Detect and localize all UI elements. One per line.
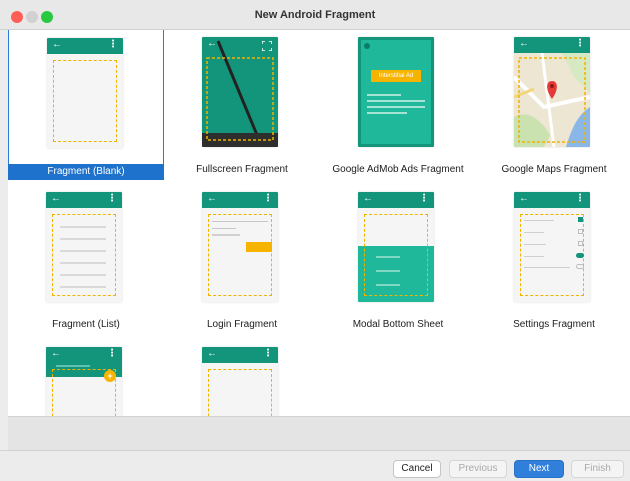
cancel-button[interactable]: Cancel [393,460,441,478]
fragment-placeholder [208,369,272,416]
setting-line [524,256,544,257]
overflow-menu-icon: ⋮ [108,39,118,50]
overflow-menu-icon: ⋮ [419,193,429,204]
fullscreen-illustration [202,40,278,147]
interstitial-ad-badge: Interstitial Ad [371,70,421,82]
app-bar: ← ⋮ [47,38,123,54]
template-label: Login Fragment [206,319,278,330]
fragment-placeholder [53,60,117,142]
back-arrow-icon: ← [519,193,529,204]
overflow-menu-icon: ⋮ [107,348,117,359]
overflow-menu-icon: ⋮ [107,193,117,204]
back-arrow-icon: ← [519,38,529,49]
toggle-off-icon [576,264,584,269]
list-item-line [60,274,106,276]
template-thumbnail: ← ⋮ [358,192,434,302]
app-bar: ← ⋮ [358,192,434,208]
template-tile-fragment-blank[interactable]: ← ⋮ Fragment (Blank) [8,30,164,180]
username-field-line [212,221,268,222]
app-bar: ← ⋮ [202,192,278,208]
fullscreen-icon [262,41,272,51]
new-android-fragment-dialog: New Android Fragment ← ⋮ Fragment (Blank… [0,0,630,481]
template-tile-blank-2[interactable]: ← ⋮ [164,340,320,416]
template-thumbnail: ← ⋮ [47,38,123,148]
template-label: Google Maps Fragment [501,164,607,175]
app-bar: ← ⋮ [202,347,278,363]
back-arrow-icon: ← [51,348,61,359]
title-line [56,365,90,367]
map-illustration [514,52,590,147]
template-thumbnail: ← ⋮ [514,192,590,302]
setting-line [524,232,544,233]
list-item-line [60,238,106,240]
toggle-on-icon [576,253,584,258]
template-thumbnail: ← ⋮ + [46,347,122,416]
overflow-menu-icon: ⋮ [263,193,273,204]
list-item-line [60,262,106,264]
overflow-menu-icon: ⋮ [263,348,273,359]
login-button-illustration [246,242,272,252]
template-label: Fragment (Blank) [8,164,164,180]
back-arrow-icon: ← [52,39,62,50]
template-tile-login-fragment[interactable]: ← ⋮ Login Fragment [164,185,320,337]
text-line [367,100,425,102]
app-bar: ← ⋮ [514,192,590,208]
text-line [367,106,425,108]
template-tile-settings-fragment[interactable]: ← ⋮ Settings Fragment [476,185,630,337]
checkbox-checked-icon [578,217,583,222]
password-label-line [212,228,236,229]
previous-button[interactable]: Previous [449,460,507,478]
template-thumbnail: Interstitial Ad [358,37,434,147]
template-thumbnail: ← ⋮ [202,347,278,416]
list-item-line [60,226,106,228]
template-tile-fullscreen-fragment[interactable]: ← Fullscreen Fragment [164,30,320,182]
template-tile-maps-fragment[interactable]: ← ⋮ Google Maps Fragment [476,30,630,182]
overflow-menu-icon: ⋮ [575,193,585,204]
fragment-placeholder [208,214,272,296]
template-thumbnail: ← [202,37,278,147]
template-label: Google AdMob Ads Fragment [332,164,464,175]
template-label: Fullscreen Fragment [196,164,288,175]
back-arrow-icon: ← [207,193,217,204]
template-label: Settings Fragment [513,319,595,330]
template-tile-admob-fragment[interactable]: Interstitial Ad Google AdMob Ads Fragmen… [320,30,476,182]
dialog-footer: Cancel Previous Next Finish [0,450,630,481]
ad-card [361,40,431,144]
fragment-placeholder [520,214,584,296]
template-tile-modal-bottom-sheet[interactable]: ← ⋮ Modal Bottom Sheet [320,185,476,337]
setting-line [524,244,546,245]
template-tile-fab-fragment[interactable]: ← ⋮ + [8,340,164,416]
text-line [367,94,401,96]
close-dot-icon [364,43,370,49]
back-arrow-icon: ← [363,193,373,204]
list-item-line [60,250,106,252]
template-gallery: ← ⋮ Fragment (Blank) ← Fullscreen Fragme… [8,30,630,416]
template-label: Fragment (List) [52,319,120,330]
add-icon: + [104,370,116,382]
fragment-placeholder [364,214,428,296]
list-item-line [60,286,106,288]
app-bar: ← ⋮ [46,192,122,208]
description-panel [8,416,630,450]
template-thumbnail: ← ⋮ [46,192,122,302]
template-tile-fragment-list[interactable]: ← ⋮ Fragment (List) [8,185,164,337]
text-line [367,112,407,114]
overflow-menu-icon: ⋮ [575,38,585,49]
template-thumbnail: ← ⋮ [202,192,278,302]
password-dots [212,234,240,236]
back-arrow-icon: ← [207,38,217,49]
template-label: Modal Bottom Sheet [352,319,444,330]
template-thumbnail: ← ⋮ [514,37,590,147]
next-button[interactable]: Next [514,460,564,478]
setting-line [524,220,554,221]
window-title: New Android Fragment [254,9,376,21]
setting-line [524,267,570,268]
checkbox-icon [578,241,583,246]
finish-button[interactable]: Finish [571,460,624,478]
back-arrow-icon: ← [51,193,61,204]
app-bar: ← ⋮ [514,37,590,53]
checkbox-icon [578,229,583,234]
back-arrow-icon: ← [207,348,217,359]
title-bar: New Android Fragment [0,0,630,30]
